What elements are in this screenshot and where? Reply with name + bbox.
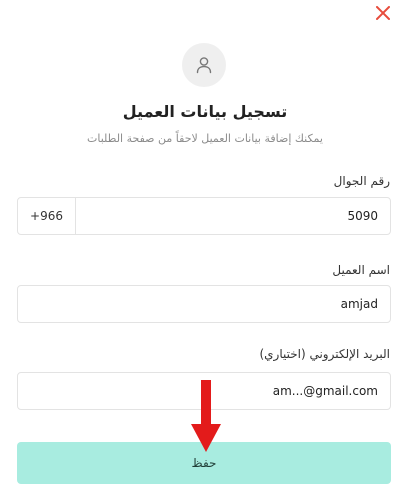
close-button[interactable] (372, 2, 394, 24)
name-label: اسم العميل (332, 263, 390, 277)
customer-info-dialog: تسجيل بيانات العميل يمكنك إضافة بيانات ا… (0, 0, 410, 500)
phone-field-group: +966 (17, 197, 391, 235)
close-icon (376, 6, 390, 20)
phone-input[interactable] (76, 198, 390, 234)
avatar (182, 43, 226, 87)
phone-label: رقم الجوال (333, 174, 390, 188)
email-input[interactable] (18, 373, 390, 409)
email-field-group (17, 372, 391, 410)
name-field-group (17, 285, 391, 323)
email-label: البريد الإلكتروني (اختياري) (259, 347, 390, 361)
dialog-title: تسجيل بيانات العميل (122, 102, 288, 121)
save-button[interactable]: حفظ (17, 442, 391, 484)
dialog-subtitle: يمكنك إضافة بيانات العميل لاحقاً من صفحة… (87, 132, 323, 145)
user-icon (196, 57, 212, 74)
name-input[interactable] (18, 286, 390, 322)
country-code-selector[interactable]: +966 (18, 198, 76, 234)
